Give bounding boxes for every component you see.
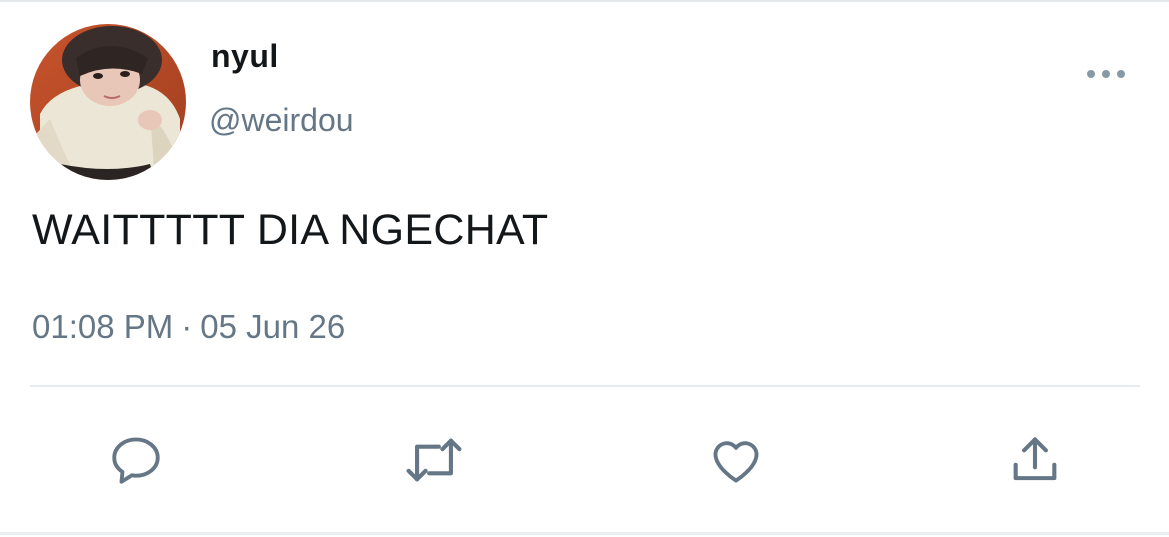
- tweet-card: nyul @weirdou WAITTTTT DIA NGECHAT 01:08…: [0, 0, 1169, 537]
- tweet-date: 05 Jun 26: [200, 308, 346, 345]
- retweet-icon: [406, 438, 462, 482]
- top-divider: [0, 0, 1169, 2]
- share-button[interactable]: [1003, 428, 1067, 492]
- more-options-button[interactable]: [1082, 58, 1130, 90]
- more-dots-icon: [1087, 70, 1125, 78]
- reply-icon: [112, 437, 160, 484]
- display-name[interactable]: nyul: [211, 38, 279, 75]
- like-button[interactable]: [704, 428, 768, 492]
- reply-button[interactable]: [104, 428, 168, 492]
- timestamp-separator: ·: [181, 308, 193, 345]
- share-icon: [1013, 437, 1057, 481]
- bottom-divider: [0, 532, 1169, 535]
- action-divider: [30, 385, 1140, 387]
- tweet-text: WAITTTTT DIA NGECHAT: [32, 206, 549, 254]
- tweet-time: 01:08 PM: [32, 308, 174, 345]
- heart-icon: [713, 441, 759, 483]
- tweet-timestamp[interactable]: 01:08 PM · 05 Jun 26: [32, 308, 345, 346]
- retweet-button[interactable]: [402, 428, 466, 492]
- user-handle[interactable]: @weirdou: [209, 102, 354, 139]
- avatar-image: [30, 24, 186, 180]
- avatar[interactable]: [30, 24, 186, 180]
